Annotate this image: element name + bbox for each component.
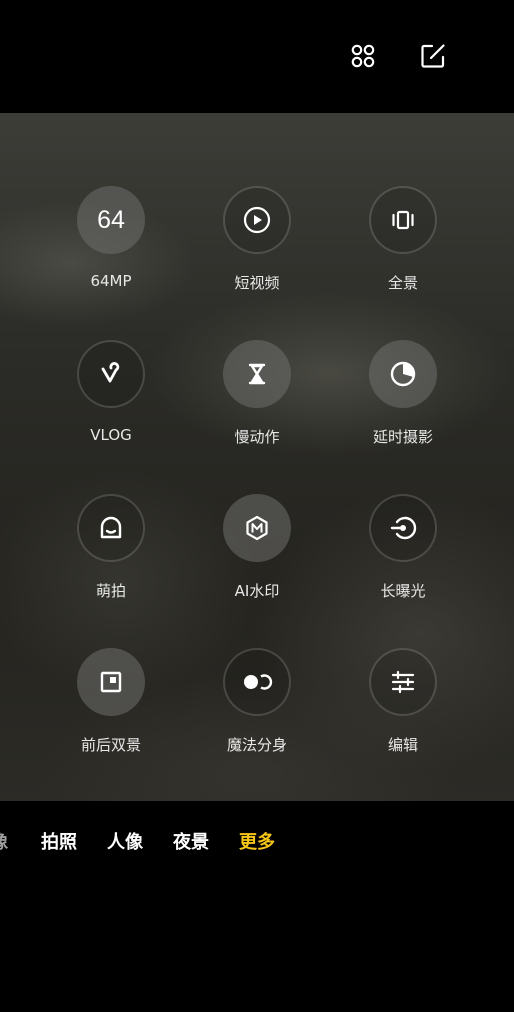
mode-slow-motion[interactable]: 慢动作: [187, 340, 327, 450]
edit-icon[interactable]: [415, 38, 451, 74]
long-exposure-icon: [369, 494, 437, 562]
mode-short-video[interactable]: 短视频: [187, 186, 327, 296]
mode-label: 全景: [387, 274, 418, 292]
play-icon: [223, 186, 291, 254]
mode-vlog[interactable]: VLOG: [41, 340, 181, 450]
mode-label: 前后双景: [80, 736, 141, 754]
tab-more[interactable]: 更多: [239, 828, 275, 854]
mode-magic-clone[interactable]: 魔法分身: [187, 648, 327, 758]
vlog-icon: [77, 340, 145, 408]
timelapse-icon: [369, 340, 437, 408]
mode-cute-shot[interactable]: 萌拍: [41, 494, 181, 604]
sliders-icon: [369, 648, 437, 716]
clone-icon: [223, 648, 291, 716]
mode-label: 64MP: [90, 272, 132, 290]
tab-portrait-video[interactable]: 像: [0, 828, 8, 854]
mode-dual-view[interactable]: 前后双景: [41, 648, 181, 758]
mode-edit[interactable]: 编辑: [333, 648, 473, 758]
mode-label: 编辑: [387, 736, 418, 754]
mode-ai-watermark[interactable]: AI水印: [187, 494, 327, 604]
ai-watermark-icon: [223, 494, 291, 562]
mode-label: AI水印: [234, 582, 280, 600]
mode-label: 长曝光: [380, 582, 426, 600]
mode-label: 魔法分身: [226, 736, 287, 754]
tab-photo[interactable]: 拍照: [41, 828, 77, 854]
mode-label: 慢动作: [234, 428, 280, 446]
dual-view-icon: [77, 648, 145, 716]
mode-label: 萌拍: [95, 582, 126, 600]
mode-label: VLOG: [90, 426, 132, 444]
mode-timelapse[interactable]: 延时摄影: [333, 340, 473, 450]
mode-long-exposure[interactable]: 长曝光: [333, 494, 473, 604]
cute-face-icon: [77, 494, 145, 562]
hourglass-icon: [223, 340, 291, 408]
mode-label: 短视频: [234, 274, 280, 292]
64mp-icon: 64: [77, 186, 145, 254]
mode-tab-bar: 像 拍照 人像 夜景 更多: [0, 801, 514, 1012]
viewfinder[interactable]: 64 64MP 短视频 全景 VLOG 慢动作 延时摄影 萌拍 AI水印 长曝光…: [0, 113, 514, 801]
mode-panorama[interactable]: 全景: [333, 186, 473, 296]
panorama-icon: [369, 186, 437, 254]
grid-icon[interactable]: [345, 38, 381, 74]
tab-portrait[interactable]: 人像: [107, 828, 143, 854]
top-bar: [0, 0, 514, 113]
mode-label: 延时摄影: [372, 428, 433, 446]
tab-night[interactable]: 夜景: [173, 828, 209, 854]
mode-64mp[interactable]: 64 64MP: [41, 186, 181, 296]
